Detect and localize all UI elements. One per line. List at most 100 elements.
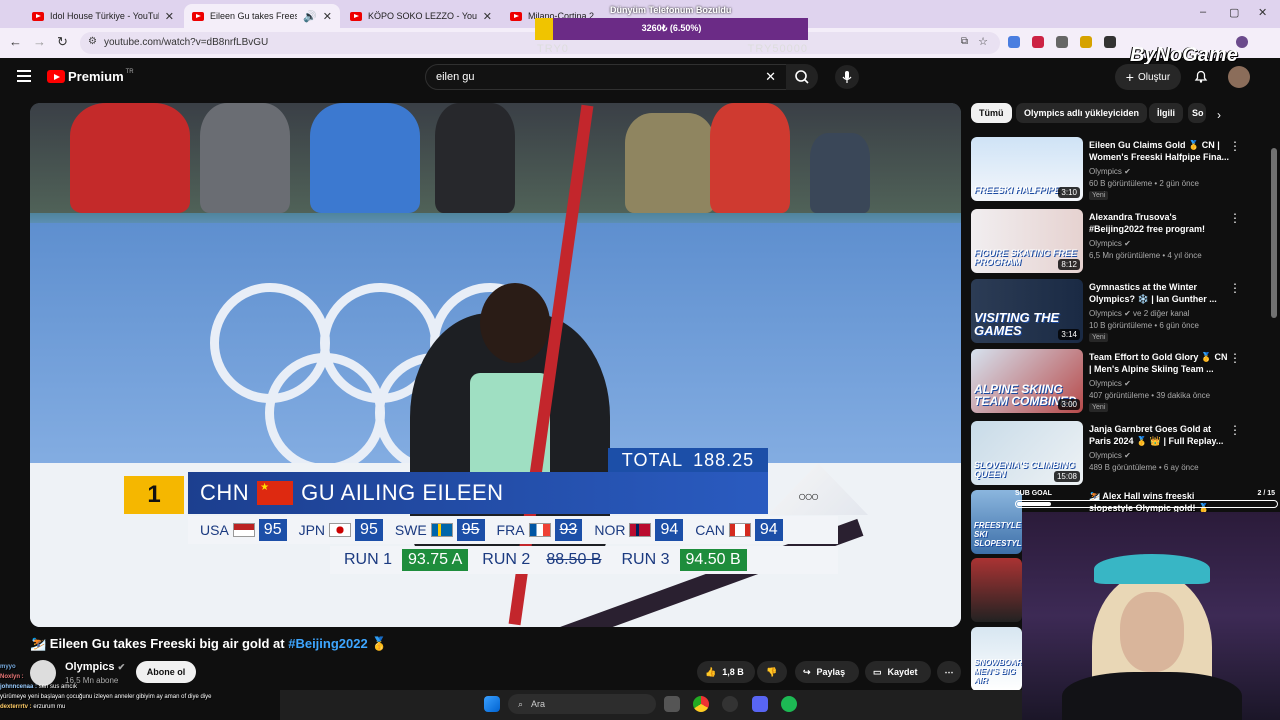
hashtag-link[interactable]: #Beijing2022 <box>288 636 368 651</box>
extension-icon[interactable] <box>1032 36 1044 48</box>
recommendation-title[interactable]: Eileen Gu Claims Gold 🥇 CN | Women's Fre… <box>1089 139 1229 163</box>
recommendation-item[interactable]: ALPINE SKIING TEAM COMBINED 3:00 Team Ef… <box>971 349 1261 413</box>
cast-icon[interactable]: ⧉ <box>961 36 968 47</box>
judge-country: SWE <box>394 522 427 538</box>
recommendation-item[interactable]: VISITING THE GAMES 3:14 Gymnastics at th… <box>971 279 1261 343</box>
recommendation-item[interactable]: SNOWBOARD MEN'S BIG AIR <box>971 627 1022 691</box>
discord-icon[interactable] <box>752 696 768 712</box>
new-badge: Yeni <box>1089 333 1109 342</box>
logo-text: Premium <box>68 69 124 84</box>
recommendation-channel[interactable]: Olympics ✔ <box>1089 167 1131 176</box>
recommendation-title[interactable]: Team Effort to Gold Glory 🥇 CN | Men's A… <box>1089 351 1229 375</box>
recommendation-item[interactable]: FREESKI HALFPIPE 3:10 Eileen Gu Claims G… <box>971 137 1261 201</box>
site-info-icon[interactable]: ⚙ <box>88 36 97 47</box>
create-button[interactable]: + Oluştur <box>1115 64 1181 90</box>
search-button[interactable] <box>786 64 818 90</box>
more-vert-icon[interactable]: ⋮ <box>1229 351 1241 365</box>
speaker-icon[interactable]: 🔊 <box>303 10 317 23</box>
recommendation-channel[interactable]: Olympics ✔ <box>1089 239 1131 248</box>
more-vert-icon[interactable]: ⋮ <box>1229 139 1241 153</box>
menu-icon[interactable] <box>17 70 31 85</box>
close-window-button[interactable]: ✕ <box>1258 6 1267 19</box>
video-thumbnail[interactable]: SLOVENIA'S CLIMBING QUEEN 15:08 <box>971 421 1083 485</box>
minimize-button[interactable]: – <box>1200 6 1206 18</box>
recommendation-meta: 407 görüntüleme • 39 dakika önce <box>1089 391 1211 400</box>
more-vert-icon[interactable]: ⋮ <box>1229 423 1241 437</box>
chip-from-uploader[interactable]: Olympics adlı yükleyiciden <box>1016 103 1148 123</box>
chip-related[interactable]: İlgili <box>1149 103 1183 123</box>
forward-icon[interactable]: → <box>33 34 46 49</box>
clear-search-icon[interactable]: ✕ <box>765 69 776 85</box>
video-thumbnail[interactable]: FREESKI HALFPIPE 3:10 <box>971 137 1083 201</box>
close-icon[interactable]: ✕ <box>323 10 332 23</box>
youtube-logo[interactable]: Premium TR <box>47 69 134 84</box>
sub-goal-label: SUB GOAL <box>1015 490 1052 497</box>
judge-value: 95 <box>355 519 383 541</box>
video-player[interactable]: 1 TOTAL 188.25 CHN GU AILING EILEEN ○○○ … <box>30 103 961 627</box>
athlete-name: GU AILING EILEEN <box>301 480 504 505</box>
recommendation-item[interactable] <box>971 558 1022 622</box>
chip-more[interactable]: So <box>1188 103 1206 123</box>
taskbar-search[interactable]: ⌕ Ara <box>508 694 656 714</box>
recommendation-title[interactable]: Gymnastics at the Winter Olympics? ❄️ | … <box>1089 281 1229 305</box>
obs-icon[interactable] <box>722 696 738 712</box>
dislike-button[interactable]: 👎 <box>757 661 787 683</box>
spotify-icon[interactable] <box>781 696 797 712</box>
sidebar-scrollbar[interactable] <box>1271 148 1277 318</box>
reload-icon[interactable]: ↻ <box>57 34 68 50</box>
back-icon[interactable]: ← <box>9 34 22 49</box>
chat-message: dexterrrtv : erzurum mu <box>0 704 66 710</box>
translate-extension-icon[interactable] <box>1008 36 1020 48</box>
chip-all[interactable]: Tümü <box>971 103 1012 123</box>
recommendation-item[interactable]: SLOVENIA'S CLIMBING QUEEN 15:08 Janja Ga… <box>971 421 1261 485</box>
save-label: Kaydet <box>887 667 918 677</box>
recommendation-item[interactable]: FIGURE SKATING FREE PROGRAM 8:12 Alexand… <box>971 209 1261 273</box>
recommendation-title[interactable]: Janja Garnbret Goes Gold at Paris 2024 🥇… <box>1089 423 1229 447</box>
video-thumbnail[interactable] <box>971 558 1022 622</box>
duration-badge: 3:00 <box>1058 399 1080 410</box>
more-vert-icon[interactable]: ⋮ <box>1229 211 1241 225</box>
more-actions-button[interactable]: ⋯ <box>937 661 961 683</box>
bookmark-star-icon[interactable]: ☆ <box>978 35 988 48</box>
youtube-favicon-icon <box>350 11 362 21</box>
tab-idol-house[interactable]: Idol House Türkiye - YouTube ✕ <box>24 4 182 28</box>
voice-search-button[interactable] <box>835 65 859 89</box>
extension-icon[interactable] <box>1080 36 1092 48</box>
france-flag-icon <box>528 523 551 537</box>
create-label: Oluştur <box>1137 71 1171 83</box>
windows-start-icon[interactable] <box>484 696 500 712</box>
video-thumbnail[interactable]: ALPINE SKIING TEAM COMBINED 3:00 <box>971 349 1083 413</box>
search-icon: ⌕ <box>518 698 524 709</box>
chrome-icon[interactable] <box>693 696 709 712</box>
more-vert-icon[interactable]: ⋮ <box>1229 281 1241 295</box>
tab-eileen-gu[interactable]: Eileen Gu takes Freeski 🔊 ✕ <box>184 4 340 28</box>
share-button[interactable]: ↪ Paylaş <box>795 661 859 683</box>
recommendation-channel[interactable]: Olympics ✔ <box>1089 451 1131 460</box>
tab-title: Idol House Türkiye - YouTube <box>50 11 159 21</box>
tab-kopo-soko[interactable]: KÖPO SOKO LEZZO - YouTube ✕ <box>342 4 500 28</box>
chevron-right-icon[interactable]: › <box>1217 108 1221 122</box>
region-code: TR <box>125 68 134 75</box>
task-view-icon[interactable] <box>664 696 680 712</box>
video-thumbnail[interactable]: SNOWBOARD MEN'S BIG AIR <box>971 627 1022 691</box>
china-flag-icon <box>257 481 294 505</box>
like-button[interactable]: 👍 1,8 B <box>697 661 755 683</box>
maximize-button[interactable]: ▢ <box>1229 6 1239 19</box>
duration-badge: 3:10 <box>1058 187 1080 198</box>
recommendation-title[interactable]: Alexandra Trusova's #Beijing2022 free pr… <box>1089 211 1229 235</box>
search-input[interactable]: eilen gu ✕ <box>425 64 787 90</box>
new-badge: Yeni <box>1089 191 1109 200</box>
account-avatar[interactable] <box>1228 66 1250 88</box>
video-thumbnail[interactable]: FIGURE SKATING FREE PROGRAM 8:12 <box>971 209 1083 273</box>
judge-score: SWE 95 <box>395 519 485 541</box>
notifications-button[interactable] <box>1193 68 1209 89</box>
close-icon[interactable]: ✕ <box>165 10 174 23</box>
recommendation-meta: 10 B görüntüleme • 6 gün önce <box>1089 321 1199 330</box>
recommendation-channel[interactable]: Olympics ✔ ve 2 diğer kanal <box>1089 309 1190 318</box>
save-button[interactable]: ▭ Kaydet <box>865 661 931 683</box>
extension-icon[interactable] <box>1056 36 1068 48</box>
close-icon[interactable]: ✕ <box>483 10 492 23</box>
video-thumbnail[interactable]: VISITING THE GAMES 3:14 <box>971 279 1083 343</box>
recommendation-channel[interactable]: Olympics ✔ <box>1089 379 1131 388</box>
extension-icon[interactable] <box>1104 36 1116 48</box>
